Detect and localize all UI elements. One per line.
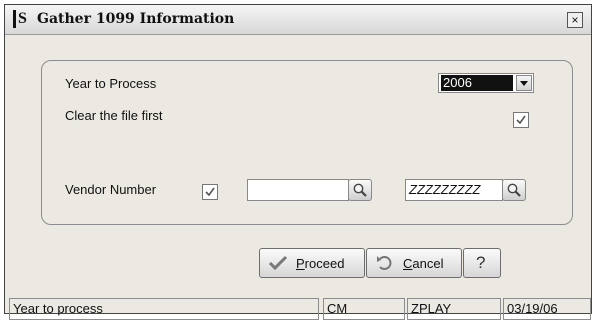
status-company: CM [323, 298, 405, 320]
magnifier-icon [507, 183, 521, 197]
year-select[interactable]: 2006 [438, 73, 534, 93]
proceed-label: Proceed [296, 256, 345, 271]
dialog-window: S Gather 1099 Information × Year to Proc… [4, 4, 592, 320]
cancel-button[interactable]: Cancel [366, 248, 462, 278]
status-date: 03/19/06 [503, 298, 591, 320]
year-select-value: 2006 [441, 75, 513, 91]
vendor-to-lookup-button[interactable] [502, 179, 526, 201]
clear-file-checkbox[interactable] [513, 112, 529, 128]
checkmark-icon [205, 187, 215, 197]
year-to-process-label: Year to Process [65, 76, 157, 91]
cancel-label: Cancel [403, 256, 444, 271]
checkmark-icon [268, 255, 288, 271]
magnifier-icon [353, 183, 367, 197]
help-icon: ? [476, 253, 486, 272]
chevron-down-icon[interactable] [516, 75, 532, 91]
clear-file-label: Clear the file first [65, 108, 163, 123]
help-button[interactable]: ? [463, 248, 501, 278]
title-bar[interactable]: S Gather 1099 Information × [5, 5, 591, 35]
close-button[interactable]: × [567, 12, 583, 28]
status-user: ZPLAY [407, 298, 501, 320]
window-title: Gather 1099 Information [37, 11, 235, 27]
checkmark-icon [516, 115, 526, 125]
undo-icon [377, 256, 392, 270]
vendor-number-label: Vendor Number [65, 182, 157, 197]
app-icon: S [13, 10, 34, 28]
vendor-from-input[interactable] [247, 179, 349, 201]
vendor-number-checkbox[interactable] [202, 184, 218, 200]
status-message: Year to process [9, 298, 319, 320]
proceed-button[interactable]: Proceed [259, 248, 365, 278]
status-bar: Year to process CM ZPLAY 03/19/06 [9, 298, 597, 320]
vendor-to-input[interactable]: ZZZZZZZZZ [405, 179, 503, 201]
vendor-from-lookup-button[interactable] [348, 179, 372, 201]
